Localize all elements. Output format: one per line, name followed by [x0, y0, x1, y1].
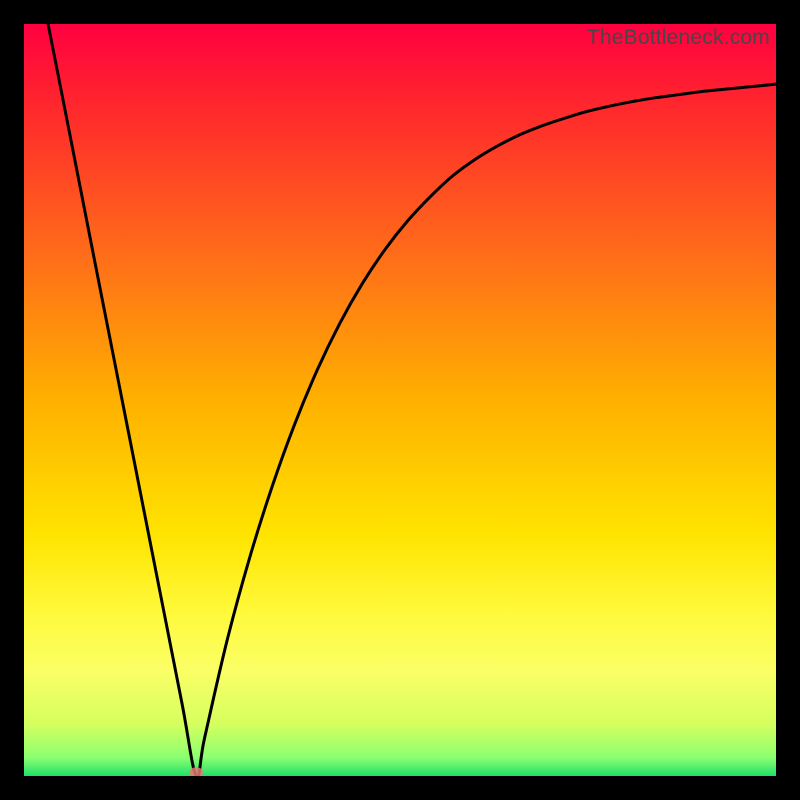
gradient-background	[24, 24, 776, 776]
chart-frame: TheBottleneck.com	[24, 24, 776, 776]
watermark-text: TheBottleneck.com	[587, 26, 770, 50]
bottleneck-chart	[24, 24, 776, 776]
